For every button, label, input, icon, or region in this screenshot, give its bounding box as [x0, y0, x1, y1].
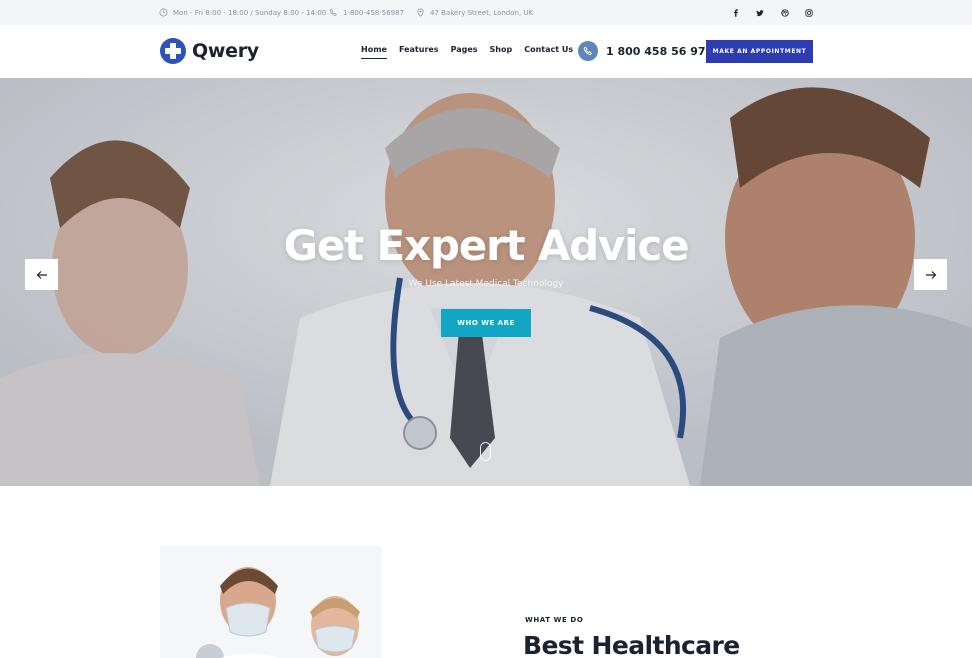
main-nav: Home Features Pages Shop Contact Us	[361, 45, 573, 59]
hero-slider: Get Expert Advice We Use Latest Medical …	[0, 78, 972, 486]
nav-item-features[interactable]: Features	[399, 45, 439, 57]
doctors-image	[160, 546, 382, 658]
who-we-are-button[interactable]: WHO WE ARE	[441, 309, 531, 337]
opening-hours: Mon - Fri 8:00 - 18:00 / Sunday 8:00 - 1…	[159, 0, 326, 25]
scroll-mouse-icon[interactable]	[480, 442, 491, 461]
top-info-bar: Mon - Fri 8:00 - 18:00 / Sunday 8:00 - 1…	[0, 0, 972, 25]
phone-icon	[329, 8, 337, 16]
instagram-icon[interactable]	[802, 0, 816, 25]
phone-call-icon	[578, 41, 598, 61]
prev-slide-button[interactable]	[25, 259, 58, 290]
medical-cross-icon	[160, 38, 186, 64]
nav-item-shop[interactable]: Shop	[490, 45, 513, 57]
topbar-address: 47 Bakery Street, London, UK	[416, 0, 533, 25]
section-title: Best Healthcare	[523, 631, 740, 658]
nav-item-contact-us[interactable]: Contact Us	[524, 45, 573, 57]
header-phone[interactable]: 1 800 458 56 97	[578, 41, 706, 61]
twitter-icon[interactable]	[753, 0, 767, 25]
topbar-phone[interactable]: 1-800-458-56987	[329, 0, 404, 25]
topbar-phone-text: 1-800-458-56987	[343, 8, 405, 17]
location-pin-icon	[417, 8, 424, 17]
arrow-right-icon	[925, 270, 936, 279]
hours-text: Mon - Fri 8:00 - 18:00 / Sunday 8:00 - 1…	[173, 8, 327, 17]
hero-subtitle: We Use Latest Medical Technology	[408, 279, 564, 289]
nav-item-pages[interactable]: Pages	[451, 45, 478, 57]
masked-doctors-illustration	[160, 546, 382, 658]
dribbble-icon[interactable]	[778, 0, 792, 25]
next-slide-button[interactable]	[914, 259, 947, 290]
what-we-do-section: WHAT WE DO Best Healthcare	[0, 486, 972, 658]
facebook-icon[interactable]	[729, 0, 743, 25]
site-header: Qwery Home Features Pages Shop Contact U…	[0, 25, 972, 78]
logo[interactable]: Qwery	[160, 38, 259, 64]
clock-icon	[159, 8, 168, 17]
address-text: 47 Bakery Street, London, UK	[430, 8, 534, 17]
logo-text: Qwery	[192, 40, 259, 62]
make-appointment-button[interactable]: MAKE AN APPOINTMENT	[706, 40, 813, 63]
phone-number: 1 800 458 56 97	[606, 44, 706, 58]
arrow-left-icon	[36, 270, 47, 279]
hero-title: Get Expert Advice	[283, 221, 690, 270]
section-eyebrow: WHAT WE DO	[525, 616, 584, 624]
nav-item-home[interactable]: Home	[361, 45, 387, 59]
